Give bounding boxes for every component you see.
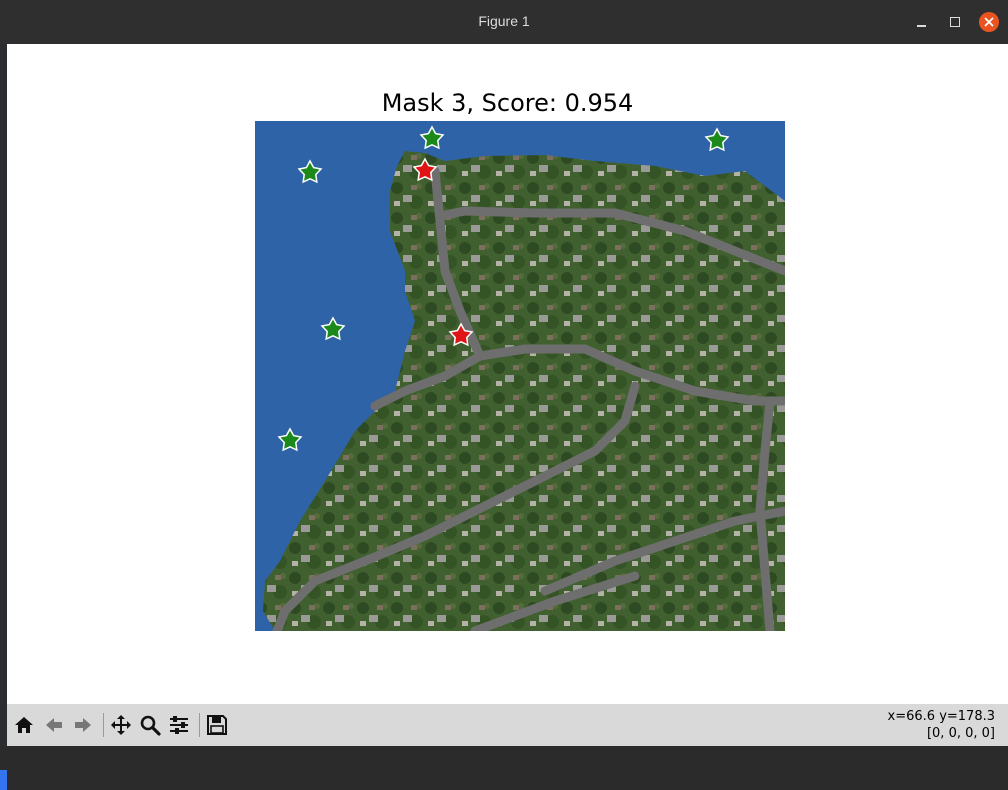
toolbar-separator: [103, 713, 104, 737]
pixel-value: [0, 0, 0, 0]: [926, 726, 995, 741]
save-icon: [207, 715, 227, 735]
pan-button[interactable]: [108, 712, 134, 738]
background-window-edge: [0, 44, 7, 790]
window-titlebar[interactable]: Figure 1: [0, 0, 1008, 44]
configure-subplots-icon: [170, 716, 188, 734]
forward-icon: [75, 718, 91, 732]
status-readout: x=66.6 y=178.3 [0, 0, 0, 0]: [888, 708, 995, 742]
cursor-coordinates: x=66.6 y=178.3: [887, 709, 995, 724]
toolbar-separator: [199, 713, 200, 737]
home-button[interactable]: [11, 712, 37, 738]
pan-icon: [111, 715, 131, 735]
close-icon: [984, 17, 994, 27]
configure-subplots-button[interactable]: [166, 712, 192, 738]
save-button[interactable]: [204, 712, 230, 738]
map-image[interactable]: [255, 121, 790, 636]
close-button[interactable]: [979, 12, 999, 32]
forward-button[interactable]: [70, 712, 96, 738]
map-svg: [255, 121, 790, 636]
minimize-button[interactable]: [911, 12, 931, 32]
zoom-button[interactable]: [137, 712, 163, 738]
zoom-icon: [140, 715, 161, 736]
navigation-toolbar: x=66.6 y=178.3 [0, 0, 0, 0]: [7, 704, 1008, 746]
maximize-button[interactable]: [945, 12, 965, 32]
figure-title: Mask 3, Score: 0.954: [381, 89, 634, 117]
maximize-icon: [950, 17, 960, 27]
back-icon: [46, 718, 62, 732]
home-icon: [15, 717, 33, 733]
window-title: Figure 1: [478, 13, 530, 29]
back-button[interactable]: [41, 712, 67, 738]
minimize-icon: [916, 25, 926, 27]
